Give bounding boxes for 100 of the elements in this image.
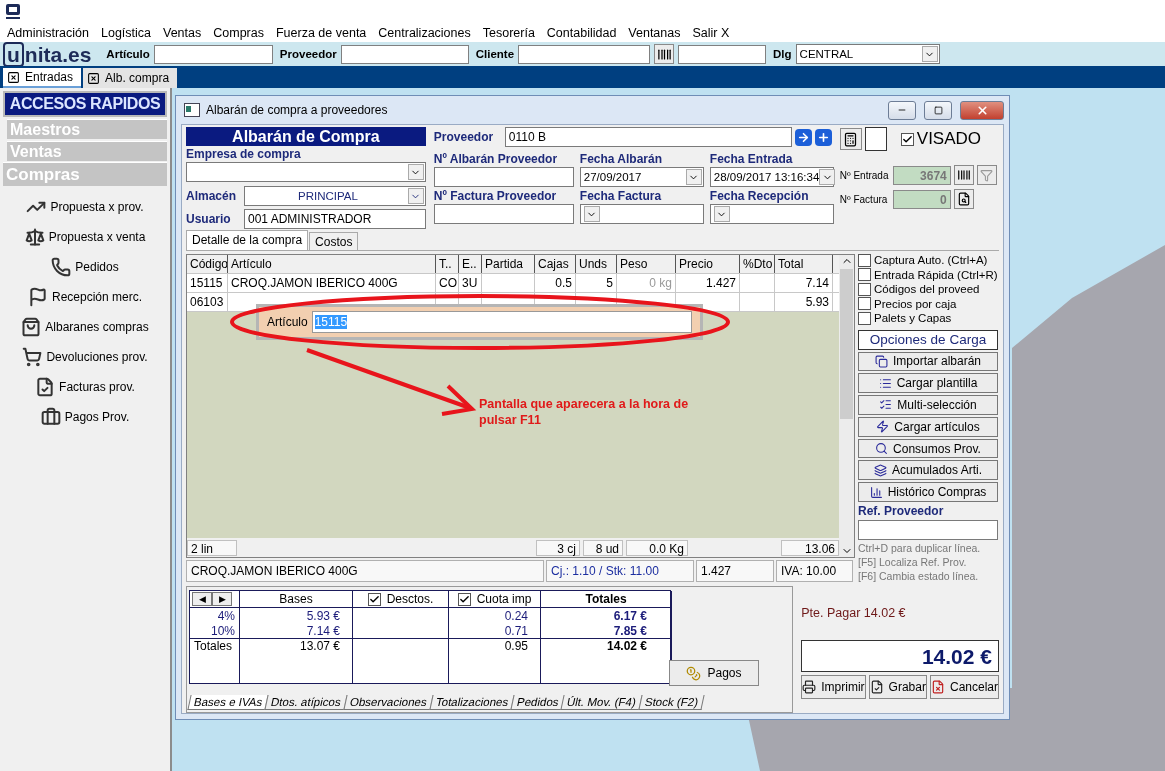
load-button[interactable]: Multi-selección [858,395,998,415]
checkbox[interactable] [858,253,871,267]
checkbox[interactable] [457,592,471,606]
company-dropdown[interactable] [186,162,426,182]
barcode-field[interactable] [678,44,767,64]
column-header[interactable]: Partida [482,255,535,273]
search-field[interactable] [153,44,273,64]
tab[interactable]: Observaciones [343,695,434,710]
sidebar-item[interactable]: Pedidos [75,260,119,274]
column-header[interactable]: Código [187,255,228,273]
checkbox[interactable] [367,592,381,606]
menu-item[interactable]: Logística [95,26,157,40]
column-header[interactable]: Peso [617,255,676,273]
search-field[interactable] [340,44,469,64]
barcode-button[interactable] [953,165,974,185]
load-button[interactable]: Cargar plantilla [858,373,998,394]
tab[interactable]: Costos [309,232,359,250]
sidebar-item[interactable]: Facturas prov. [59,380,135,394]
dropdown-button[interactable] [713,206,730,222]
flag-icon[interactable] [27,287,48,307]
column-header[interactable]: Total [775,255,833,273]
dropdown-button[interactable] [407,164,424,180]
warehouse-dropdown[interactable]: PRINCIPAL [244,186,426,206]
tab[interactable]: Bases e IVAs [187,695,269,710]
go-button[interactable] [794,128,812,146]
menu-item[interactable]: Ventanas [622,26,687,40]
column-header[interactable]: Cajas [535,255,576,273]
load-button[interactable]: Histórico Compras [858,482,998,502]
load-button[interactable]: Cargar artículos [858,416,998,437]
checkbox[interactable] [858,282,871,296]
column-header[interactable]: Artículo [228,255,436,273]
window-tab[interactable]: Alb. compra [83,68,178,88]
menu-item[interactable]: Administración [1,26,95,40]
sidebar-item[interactable]: Propuesta x prov. [50,200,144,214]
nav-button[interactable]: ◀ [192,592,212,606]
minimize-button[interactable] [888,100,916,120]
action-button[interactable]: Grabar [868,675,927,699]
action-button[interactable]: Cancelar [929,675,999,699]
user-field[interactable]: 001 ADMINISTRADOR [244,209,426,229]
tab[interactable]: Stock (F2) [638,695,705,710]
cart-icon[interactable] [22,347,43,367]
document-search-button[interactable] [953,189,974,209]
dropdown-button[interactable] [583,206,600,222]
scrollbar[interactable] [839,255,854,557]
dlg-dropdown[interactable]: CENTRAL [795,44,940,64]
column-header[interactable]: E.. [459,255,482,273]
payments-button[interactable]: Pagos [669,660,759,686]
bag-icon[interactable] [21,317,42,337]
sidebar-item[interactable]: Pagos Prov. [64,410,130,424]
search-field[interactable] [518,44,651,64]
barcode-button[interactable] [654,44,675,64]
close-icon[interactable] [7,70,20,84]
dropdown-button[interactable] [921,46,938,62]
tab[interactable]: Últ. Mov. (F4) [560,695,643,710]
briefcase-icon[interactable] [40,407,61,427]
load-button[interactable]: Importar albarán [858,351,998,372]
menu-item[interactable]: Compras [207,26,270,40]
date-dropdown[interactable]: 28/09/2017 13:16:34 [709,167,834,187]
menu-item[interactable]: Fuerza de venta [269,26,373,40]
text-field[interactable] [433,204,574,224]
load-button[interactable]: Consumos Prov. [858,438,998,459]
column-header[interactable]: Unds [576,255,617,273]
date-dropdown[interactable]: 27/09/2017 [579,167,704,187]
load-button[interactable]: Acumulados Arti. [858,460,998,481]
menu-item[interactable]: Salir X [686,26,736,40]
action-button[interactable]: Imprimir [801,675,866,699]
tab[interactable]: Dtos. atípicos [264,695,348,710]
calculator-button[interactable] [839,128,862,150]
checkbox[interactable] [858,268,871,282]
supplier-field[interactable]: 0110 B [504,127,792,147]
close-button[interactable] [960,100,1004,120]
sidebar-item[interactable]: Albaranes compras [45,320,149,334]
checkbox[interactable] [858,311,871,325]
checkbox[interactable] [858,297,871,311]
tab[interactable]: Detalle de la compra [186,230,309,250]
scale-icon[interactable] [24,227,45,247]
sidebar-item[interactable]: Propuesta x venta [48,230,146,244]
menu-item[interactable]: Contabilidad [540,26,623,40]
add-button[interactable] [814,128,832,146]
phone-icon[interactable] [51,257,72,277]
menu-item[interactable]: Centralizaciones [372,26,477,40]
reference-field[interactable] [858,519,998,540]
column-header[interactable]: %Dto [740,255,775,273]
menu-item[interactable]: Ventas [157,26,208,40]
checkbox[interactable] [900,132,914,146]
window-tab[interactable]: Entradas [3,68,82,88]
date-dropdown[interactable] [709,204,834,224]
dropdown-button[interactable] [685,169,702,185]
tab[interactable]: Totalizaciones [429,695,515,710]
column-header[interactable]: Precio [676,255,740,273]
menu-item[interactable]: Tesorería [476,26,541,40]
date-dropdown[interactable] [579,204,704,224]
text-field[interactable] [433,167,574,187]
maximize-button[interactable] [924,100,952,120]
column-header[interactable]: T.. [436,255,459,273]
nav-button[interactable]: ▶ [212,592,232,606]
sidebar-item[interactable]: Recepción merc. [51,290,142,304]
sidebar-item[interactable]: Devoluciones prov. [46,350,148,364]
close-icon[interactable] [87,71,101,85]
invoice-icon[interactable] [35,377,56,397]
